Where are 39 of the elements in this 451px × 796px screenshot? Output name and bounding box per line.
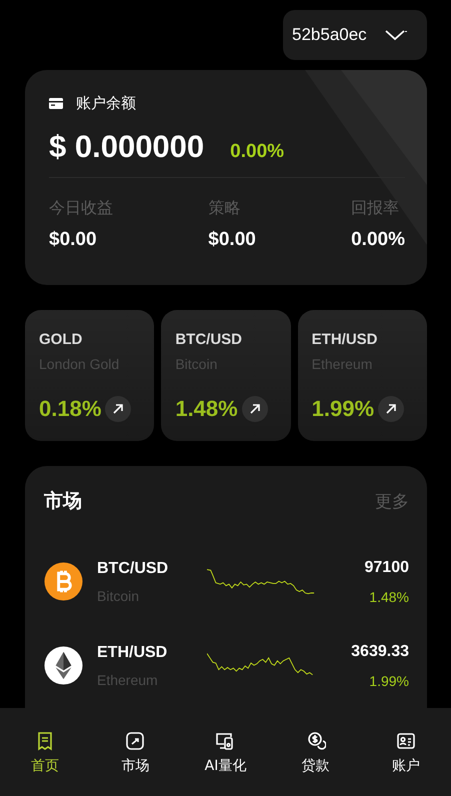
balance-title: 账户余额 — [76, 94, 136, 113]
balance-change: 0.00% — [230, 141, 284, 163]
arrow-up-right-icon[interactable] — [242, 396, 268, 422]
balance-amount: $ 0.000000 — [49, 129, 204, 165]
market-change: 1.48% — [369, 588, 409, 604]
stat-label: 策略 — [208, 199, 242, 219]
ethereum-icon — [44, 646, 83, 685]
market-price: 3639.33 — [351, 642, 409, 660]
chart-icon — [125, 731, 146, 751]
computer-icon — [215, 731, 236, 751]
nav-tab[interactable]: 首页 — [0, 710, 90, 796]
stat-label: 今日收益 — [49, 199, 113, 219]
market-title: 市场 — [44, 490, 82, 514]
coin-icon — [306, 731, 326, 751]
wallet-icon — [49, 98, 63, 109]
asset-symbol: GOLD — [39, 331, 84, 348]
stat-label: 回报率 — [351, 198, 400, 219]
arrow-up-right-icon[interactable] — [105, 396, 132, 422]
stat-value: $0.00 — [208, 229, 256, 251]
asset-change: 1.99% — [312, 396, 374, 422]
nav-tab[interactable]: 市场 — [90, 710, 180, 796]
nav-tab[interactable]: 贷款 — [270, 710, 361, 796]
asset-symbol: ETH/USD — [312, 331, 378, 348]
chevron-down-icon — [384, 28, 407, 42]
id-card-icon — [396, 731, 416, 751]
market-symbol: ETH/USD — [97, 644, 168, 662]
asset-symbol: BTC/USD — [175, 331, 243, 348]
bitcoin-icon — [44, 562, 83, 601]
nav-tab[interactable]: 账户 — [360, 710, 451, 796]
stat-value: 0.00% — [351, 229, 405, 251]
asset-change: 0.18% — [39, 396, 102, 422]
market-price: 97100 — [364, 558, 409, 576]
account-selector[interactable]: 52b5a0ec — [283, 10, 427, 60]
arrow-up-right-icon[interactable] — [378, 396, 404, 422]
asset-change: 1.48% — [175, 396, 238, 422]
stat-value: $0.00 — [49, 229, 98, 251]
nav-tab[interactable]: AI量化 — [180, 710, 271, 796]
market-symbol: BTC/USD — [97, 560, 170, 578]
market-change: 1.99% — [369, 672, 409, 688]
